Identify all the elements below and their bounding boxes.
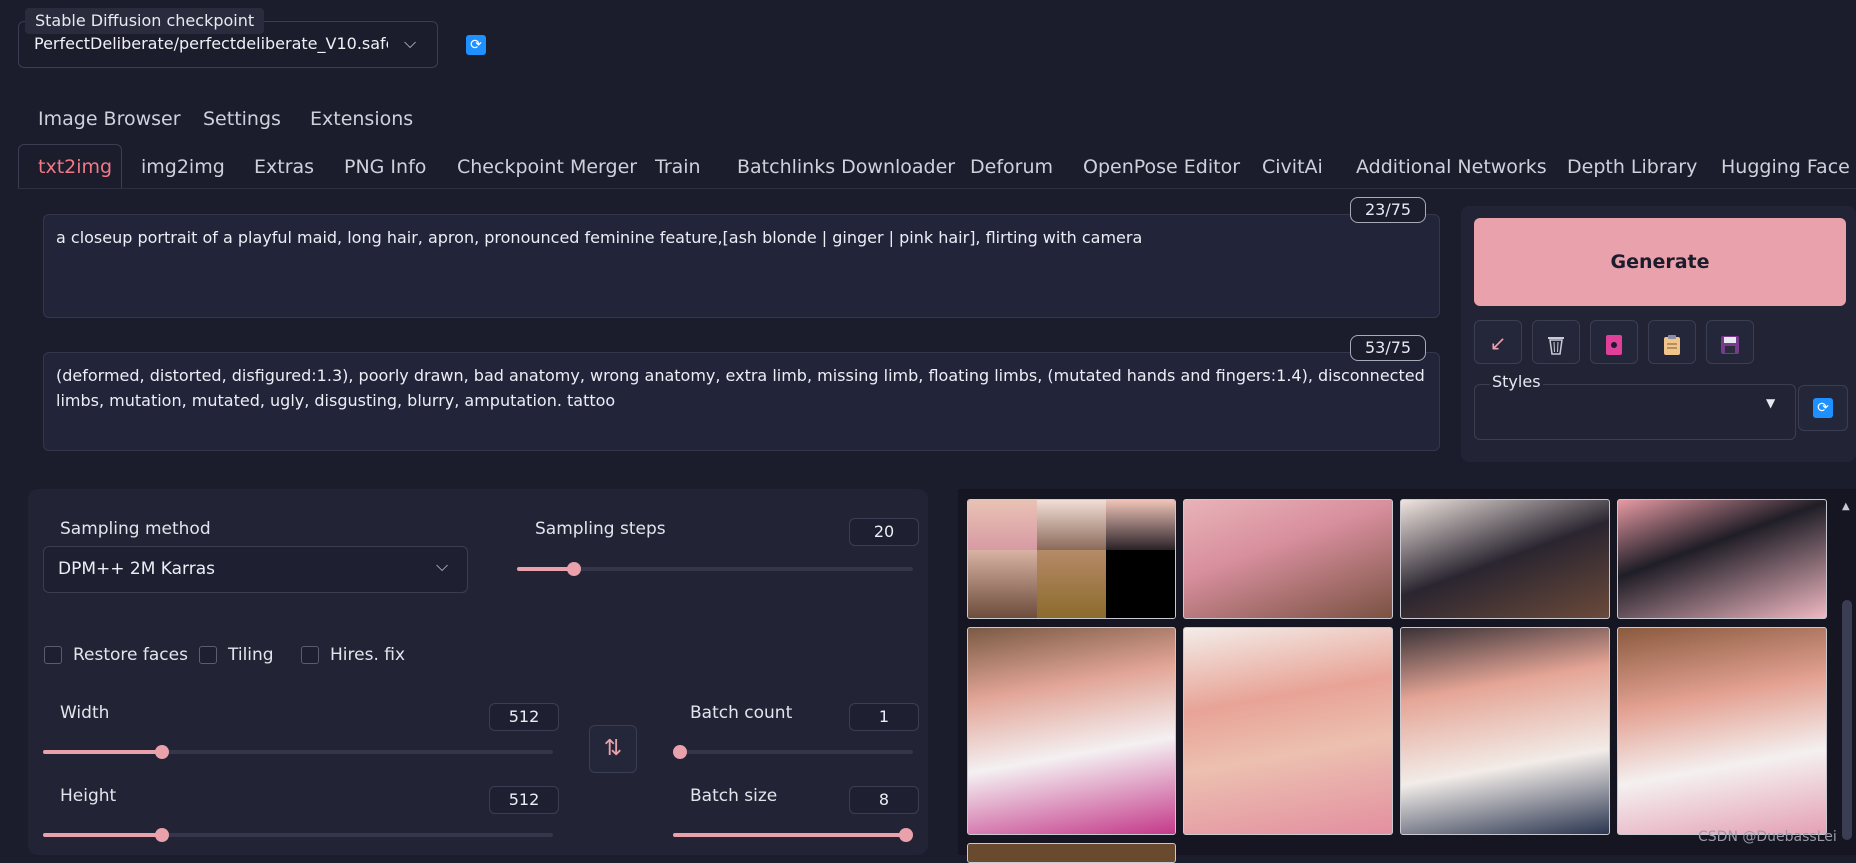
prompt-input[interactable]: a closeup portrait of a playful maid, lo… [43,214,1440,318]
scroll-up-icon[interactable]: ▲ [1842,501,1850,512]
gallery-image[interactable] [967,627,1176,835]
gallery-image[interactable] [1617,499,1827,619]
styles-refresh-button[interactable]: ⟳ [1798,385,1848,431]
chevron-down-icon[interactable]: ⌵ [436,556,448,576]
height-fill [43,833,162,837]
watermark: CSDN @DuebassLei [1698,829,1837,845]
sampling-method-label: Sampling method [60,519,211,539]
gallery-scroll-thumb[interactable] [1842,600,1852,840]
sampling-steps-fill [517,567,574,571]
tab-settings[interactable]: Settings [203,106,281,132]
width-label: Width [60,703,110,723]
gallery-grid-image[interactable] [967,499,1176,619]
chevron-down-icon[interactable]: ⌵ [404,33,416,53]
tab-hugging-face[interactable]: Hugging Face [1721,153,1850,181]
clipboard-icon[interactable] [1648,320,1696,364]
tab-openpose-editor[interactable]: OpenPose Editor [1083,153,1240,181]
tab-image-browser[interactable]: Image Browser [38,106,181,132]
generation-settings-panel [28,489,928,855]
styles-label: Styles [1490,372,1543,391]
height-thumb[interactable] [155,828,169,842]
generate-button[interactable]: Generate [1474,218,1846,306]
tab-extras[interactable]: Extras [254,153,314,181]
gallery-image[interactable] [1400,499,1610,619]
styles-select[interactable] [1474,384,1796,440]
sampling-steps-input[interactable]: 20 [849,518,919,546]
refresh-icon[interactable]: ⟳ [466,35,486,55]
tabs-divider [18,188,1856,189]
save-icon[interactable] [1706,320,1754,364]
gallery-image[interactable] [1183,499,1393,619]
negative-prompt-input[interactable]: (deformed, distorted, disfigured:1.3), p… [43,352,1440,451]
tab-batchlinks-downloader[interactable]: Batchlinks Downloader [737,153,955,181]
height-input[interactable]: 512 [489,786,559,814]
dropdown-arrow-icon[interactable]: ▼ [1766,396,1775,410]
arrow-icon[interactable]: ↙ [1474,320,1522,364]
tiling-label: Tiling [228,645,274,665]
trash-icon[interactable] [1532,320,1580,364]
batch-size-label: Batch size [690,786,778,806]
sampling-steps-thumb[interactable] [567,562,581,576]
restore-faces-label: Restore faces [73,645,188,665]
tab-txt2img[interactable]: txt2img [38,153,112,181]
checkpoint-value[interactable]: PerfectDeliberate/perfectdeliberate_V10.… [34,34,388,53]
sampling-method-select[interactable]: DPM++ 2M Karras [43,546,468,593]
swap-dimensions-button[interactable]: ⇅ [589,725,637,773]
batch-size-fill [673,833,906,837]
hires-fix-label: Hires. fix [330,645,406,665]
refresh-icon: ⟳ [1813,398,1833,418]
gallery-image[interactable] [1617,627,1827,835]
hires-fix-checkbox[interactable] [301,646,319,664]
gallery-image[interactable] [1183,627,1393,835]
width-thumb[interactable] [155,745,169,759]
width-fill [43,750,162,754]
tab-train[interactable]: Train [655,153,701,181]
prompt-token-counter: 23/75 [1350,197,1427,223]
batch-count-input[interactable]: 1 [849,703,919,731]
gallery-image[interactable] [1400,627,1610,835]
tab-depth-library[interactable]: Depth Library [1567,153,1697,181]
tiling-checkbox[interactable] [199,646,217,664]
batch-size-thumb[interactable] [899,828,913,842]
sampling-method-value: DPM++ 2M Karras [58,559,216,579]
sampling-steps-label: Sampling steps [535,519,666,539]
tab-checkpoint-merger[interactable]: Checkpoint Merger [457,153,637,181]
tab-civitai[interactable]: CivitAi [1262,153,1323,181]
checkpoint-label: Stable Diffusion checkpoint [25,8,265,34]
card-icon[interactable] [1590,320,1638,364]
tab-png-info[interactable]: PNG Info [344,153,426,181]
gallery-image[interactable] [967,843,1176,863]
tab-deforum[interactable]: Deforum [970,153,1053,181]
tab-additional-networks[interactable]: Additional Networks [1356,153,1547,181]
restore-faces-checkbox[interactable] [44,646,62,664]
batch-count-label: Batch count [690,703,793,723]
height-label: Height [60,786,117,806]
tab-img2img[interactable]: img2img [141,153,225,181]
negative-prompt-token-counter: 53/75 [1350,335,1427,361]
batch-count-thumb[interactable] [673,745,687,759]
batch-size-input[interactable]: 8 [849,786,919,814]
batch-count-slider[interactable] [673,750,913,754]
tab-extensions[interactable]: Extensions [310,106,413,132]
width-input[interactable]: 512 [489,703,559,731]
